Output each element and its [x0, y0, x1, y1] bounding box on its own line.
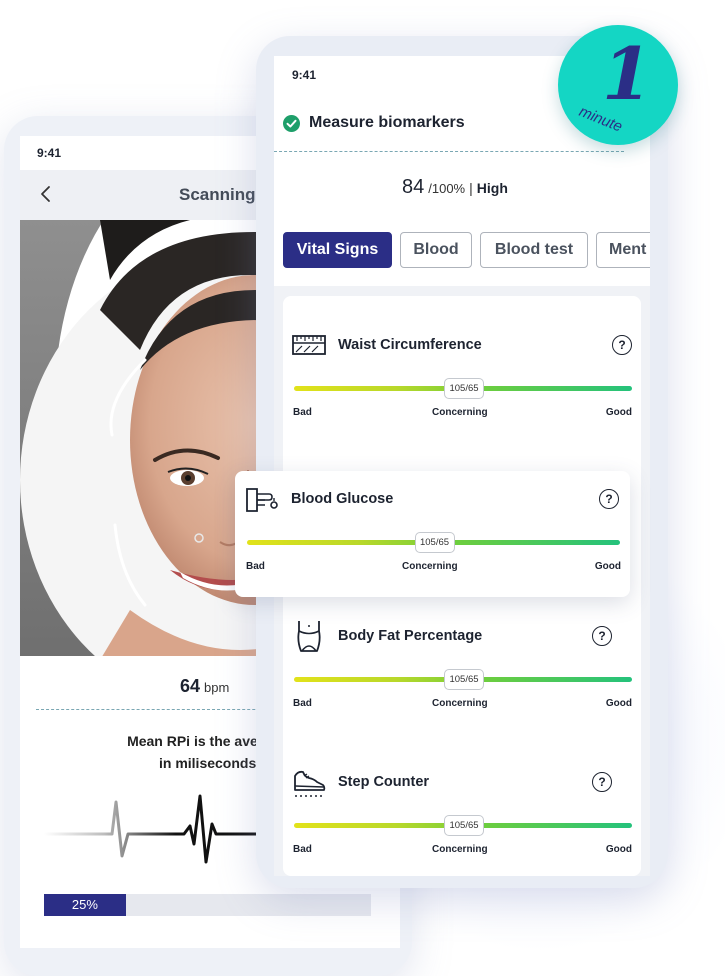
bpm-value: 64	[180, 676, 201, 696]
gauge-value-marker[interactable]: 105/65	[414, 532, 455, 553]
metric-name: Body Fat Percentage	[338, 628, 483, 644]
score-scale: /100%	[428, 181, 466, 196]
status-time: 9:41	[292, 68, 317, 82]
score-value: 84	[402, 176, 425, 198]
question-circle-icon[interactable]: ?	[592, 772, 612, 792]
gauge-mid-label: Concerning	[402, 561, 458, 572]
scan-progress-bar: 25%	[44, 894, 371, 916]
status-time: 9:41	[37, 146, 62, 160]
results-phone-frame: 9:41 Measure biomarkers 84/100% | High Vit…	[256, 36, 668, 888]
gauge-low-label: Bad	[293, 844, 312, 855]
page-title: Measure biomarkers	[309, 114, 465, 131]
heart-rate-readout: 64 bpm	[180, 676, 229, 697]
gauge-high-label: Good	[605, 698, 632, 709]
gauge-mid-label: Concerning	[432, 844, 488, 855]
duration-badge: 1 minute	[558, 25, 678, 145]
question-circle-icon[interactable]: ?	[599, 489, 619, 509]
tab-vital-signs[interactable]: Vital Signs	[283, 232, 392, 268]
metric-name: Blood Glucose	[291, 491, 394, 507]
gauge-high-label: Good	[594, 561, 621, 572]
sneaker-icon	[294, 770, 326, 797]
gauge-high-label: Good	[605, 844, 632, 855]
body-torso-icon	[297, 621, 321, 652]
metric-blood-glucose: Blood Glucose ? 105/65 Bad Concerning Go…	[245, 485, 621, 585]
score-separator: |	[469, 180, 473, 196]
metric-name: Step Counter	[338, 774, 430, 790]
measuring-tape-icon	[292, 335, 326, 355]
gauge-value-marker[interactable]: 105/65	[444, 815, 484, 836]
tab-mental[interactable]: Ment	[596, 232, 650, 268]
blood-glucose-card[interactable]: Blood Glucose ? 105/65 Bad Concerning Go…	[235, 471, 630, 597]
metric-body-fat-percentage: Body Fat Percentage ? 105/65 Bad Concern…	[292, 621, 634, 717]
gauge-low-label: Bad	[246, 561, 265, 572]
gauge-mid-label: Concerning	[432, 407, 488, 418]
gauge-low-label: Bad	[293, 698, 312, 709]
gauge-value-marker[interactable]: 105/65	[444, 669, 484, 690]
tab-blood[interactable]: Blood	[400, 232, 472, 268]
metric-name: Waist Circumference	[338, 337, 482, 353]
page-title: Scanning	[179, 185, 256, 204]
tab-blood-test[interactable]: Blood test	[480, 232, 588, 268]
badge-number: 1	[602, 31, 653, 116]
gauge-mid-label: Concerning	[432, 698, 488, 709]
gauge-high-label: Good	[605, 407, 632, 418]
category-tabs: Vital Signs Blood Blood test Ment	[283, 232, 650, 272]
gauge-low-label: Bad	[293, 407, 312, 418]
glucose-meter-icon	[246, 488, 278, 512]
results-screen: 9:41 Measure biomarkers 84/100% | High Vit…	[274, 56, 650, 876]
check-circle-icon	[283, 115, 300, 132]
overall-score: 84/100% | High	[402, 176, 508, 199]
gauge-value-marker[interactable]: 105/65	[444, 378, 484, 399]
question-circle-icon[interactable]: ?	[592, 626, 612, 646]
scan-progress-fill: 25%	[44, 894, 126, 916]
bpm-unit: bpm	[204, 680, 230, 695]
metric-step-counter: Step Counter ? 105/65 Bad Concerning Goo…	[292, 768, 634, 863]
score-level: High	[476, 180, 508, 196]
divider	[274, 151, 624, 152]
question-circle-icon[interactable]: ?	[612, 335, 632, 355]
metric-waist-circumference: Waist Circumference ? 105/65 Bad Concern…	[292, 331, 634, 426]
chevron-left-icon[interactable]	[36, 184, 56, 204]
